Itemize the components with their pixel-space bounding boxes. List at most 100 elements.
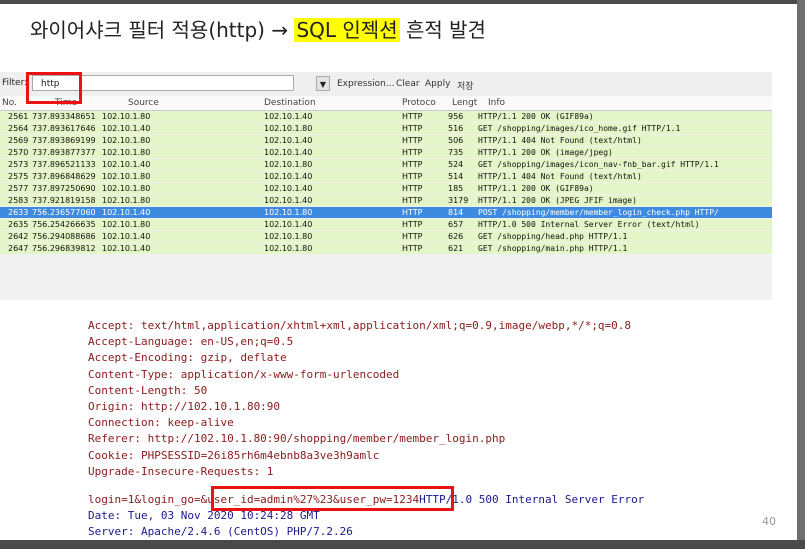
packet-info: GET /shopping/images/ico_home.gif HTTP/1… <box>478 124 681 133</box>
request-header-line: Origin: http://102.10.1.80:90 <box>88 400 281 413</box>
packet-list-header: No. Time Source Destination Protoco Leng… <box>0 96 772 111</box>
packet-time: 756.294088686 <box>32 232 96 241</box>
packet-row[interactable]: 2575 737.896848629 102.10.1.80 102.10.1.40 H… <box>0 171 772 182</box>
packet-dst: 102.10.1.80 <box>264 232 313 241</box>
packet-time: 737.893877377 <box>32 148 96 157</box>
request-header-line: Accept-Encoding: gzip, deflate <box>88 351 287 365</box>
packet-row[interactable]: 2633 756.236577060 102.10.1.40 102.10.1.80 H… <box>0 207 772 218</box>
packet-time: 737.896848629 <box>32 172 96 181</box>
page-number: 40 <box>762 515 776 528</box>
request-header-line: Accept-Language: en-US,en;q=0.5 <box>88 335 294 349</box>
packet-proto: HTTP <box>402 136 423 145</box>
packet-src: 102.10.1.40 <box>102 160 151 169</box>
apply-button[interactable]: Apply <box>425 79 450 89</box>
packet-dst: 102.10.1.80 <box>264 208 313 217</box>
filter-label: Filter: <box>2 78 28 88</box>
packet-no: 2561 <box>8 112 29 121</box>
packet-len: 3179 <box>448 196 469 205</box>
packet-src: 102.10.1.40 <box>102 232 151 241</box>
packet-len: 735 <box>448 148 464 157</box>
packet-no: 2569 <box>8 136 29 145</box>
title-highlight: SQL 인젝션 <box>294 18 400 42</box>
packet-dst: 102.10.1.80 <box>264 160 313 169</box>
column-source[interactable]: Source <box>128 98 159 108</box>
packet-proto: HTTP <box>402 112 423 121</box>
packet-row[interactable]: 2573 737.896521133 102.10.1.40 102.10.1.80 H… <box>0 159 772 170</box>
packet-info: GET /shopping/images/icon_nav-fnb_bar.gi… <box>478 160 719 169</box>
save-button[interactable]: 저장 <box>457 79 474 92</box>
packet-len: 514 <box>448 172 464 181</box>
packet-len: 621 <box>448 244 464 253</box>
packet-info: HTTP/1.1 404 Not Found (text/html) <box>478 172 642 181</box>
packet-no: 2570 <box>8 148 29 157</box>
packet-row[interactable]: 2569 737.893869199 102.10.1.80 102.10.1.40 H… <box>0 135 772 146</box>
packet-info: HTTP/1.1 200 OK (JPEG JFIF image) <box>478 196 637 205</box>
packet-proto: HTTP <box>402 124 423 133</box>
request-header-line: Accept: text/html,application/xhtml+xml,… <box>88 319 632 332</box>
packet-proto: HTTP <box>402 232 423 241</box>
packet-time: 737.893617646 <box>32 124 96 133</box>
packet-no: 2575 <box>8 172 29 181</box>
packet-no: 2573 <box>8 160 29 169</box>
column-no[interactable]: No. <box>2 98 17 108</box>
injection-highlight-box <box>211 486 454 511</box>
packet-info: HTTP/1.0 500 Internal Server Error (text… <box>478 220 700 229</box>
right-border <box>797 0 805 549</box>
packet-no: 2647 <box>8 244 29 253</box>
packet-proto: HTTP <box>402 220 423 229</box>
packet-no: 2633 <box>8 208 29 217</box>
filter-highlight-box <box>26 72 82 104</box>
slide-title: 와이어샤크 필터 적용(http) → SQL 인젝션 흔적 발견 <box>30 12 486 48</box>
packet-src: 102.10.1.80 <box>102 172 151 181</box>
request-header-line: Referer: http://102.10.1.80:90/shopping/… <box>88 432 506 446</box>
title-suffix: 흔적 발견 <box>399 18 486 42</box>
packet-info: HTTP/1.1 404 Not Found (text/html) <box>478 136 642 145</box>
request-header-line: Content-Type: application/x-www-form-url… <box>88 367 400 381</box>
packet-src: 102.10.1.80 <box>102 196 151 205</box>
packet-len: 506 <box>448 136 464 145</box>
packet-len: 185 <box>448 184 464 193</box>
packet-info: HTTP/1.1 200 OK (GIF89a) <box>478 112 594 121</box>
packet-dst: 102.10.1.40 <box>264 220 313 229</box>
column-length[interactable]: Lengt <box>452 98 477 108</box>
column-destination[interactable]: Destination <box>264 98 316 108</box>
packet-proto: HTTP <box>402 184 423 193</box>
wireshark-panel: Filter: http ▼ Expression... Clear Apply… <box>0 72 772 300</box>
packet-src: 102.10.1.80 <box>102 112 151 121</box>
packet-row[interactable]: 2570 737.893877377 102.10.1.80 102.10.1.40 H… <box>0 147 772 158</box>
filter-dropdown-button[interactable]: ▼ <box>316 76 330 91</box>
packet-proto: HTTP <box>402 196 423 205</box>
packet-time: 756.254266635 <box>32 220 96 229</box>
expression-button[interactable]: Expression... <box>337 79 394 89</box>
column-info[interactable]: Info <box>488 98 505 108</box>
packet-src: 102.10.1.80 <box>102 148 151 157</box>
packet-info: POST /shopping/member/member_login_check… <box>478 208 719 217</box>
packet-no: 2583 <box>8 196 29 205</box>
packet-row[interactable]: 2577 737.897250690 102.10.1.80 102.10.1.40 H… <box>0 183 772 194</box>
packet-row[interactable]: 2635 756.254266635 102.10.1.80 102.10.1.40 H… <box>0 219 772 230</box>
packet-proto: HTTP <box>402 244 423 253</box>
packet-dst: 102.10.1.80 <box>264 244 313 253</box>
packet-row[interactable]: 2583 737.921819158 102.10.1.80 102.10.1.40 H… <box>0 195 772 206</box>
packet-dst: 102.10.1.40 <box>264 184 313 193</box>
request-header-line: Connection: keep-alive <box>88 416 234 430</box>
packet-no: 2564 <box>8 124 29 133</box>
packet-dst: 102.10.1.40 <box>264 196 313 205</box>
packet-row[interactable]: 2642 756.294088686 102.10.1.40 102.10.1.80 H… <box>0 231 772 242</box>
packet-len: 956 <box>448 112 464 121</box>
clear-button[interactable]: Clear <box>396 79 420 89</box>
column-protocol[interactable]: Protoco <box>402 98 436 108</box>
packet-row[interactable]: 2561 737.893348651 102.10.1.80 102.10.1.40 H… <box>0 111 772 122</box>
packet-info: HTTP/1.1 200 OK (image/jpeg) <box>478 148 613 157</box>
packet-row[interactable]: 2564 737.893617646 102.10.1.40 102.10.1.80 H… <box>0 123 772 134</box>
title-prefix: 와이어샤크 필터 적용(http) → <box>30 18 295 42</box>
packet-time: 737.896521133 <box>32 160 96 169</box>
packet-len: 814 <box>448 208 464 217</box>
packet-time: 756.236577060 <box>32 208 96 217</box>
packet-time: 737.921819158 <box>32 196 96 205</box>
packet-time: 737.893869199 <box>32 136 96 145</box>
top-border <box>0 0 805 4</box>
request-header-line: Upgrade-Insecure-Requests: 1 <box>88 464 274 478</box>
packet-row[interactable]: 2647 756.296839812 102.10.1.40 102.10.1.80 H… <box>0 243 772 254</box>
packet-proto: HTTP <box>402 208 423 217</box>
